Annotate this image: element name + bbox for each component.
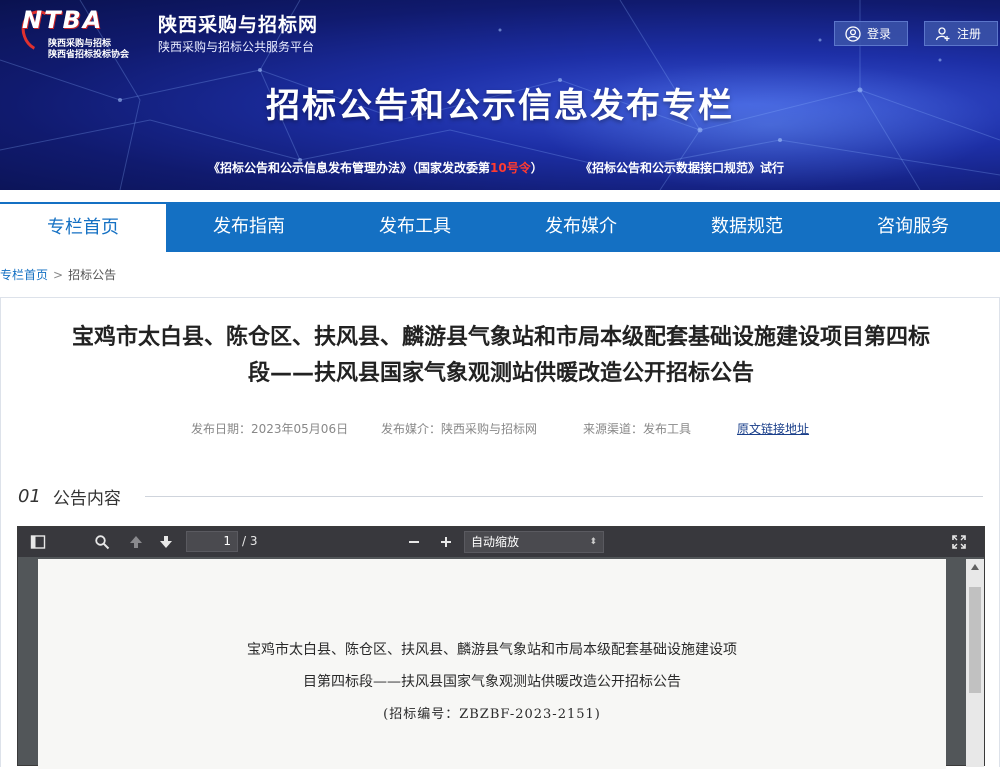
user-circle-icon (845, 25, 861, 42)
sidebar-toggle-button[interactable] (26, 527, 50, 557)
page-title-line1: 宝鸡市太白县、陈仓区、扶风县、麟游县气象站和市局本级配套基础设施建设项目第四标 (71, 325, 930, 350)
notice-spec-link[interactable]: 《招标公告和公示数据接口规范》试行 (580, 159, 784, 176)
nav-publish-media[interactable]: 发布媒介 (498, 202, 664, 252)
publish-date: 发布日期：2023年05月06日 (191, 422, 349, 436)
search-icon (95, 535, 110, 550)
zoom-select[interactable]: 自动缩放 ⬍ (464, 531, 604, 553)
zoom-out-button[interactable] (402, 527, 426, 557)
notice-prefix: 《招标公告和公示信息发布管理办法》（国家发改委第 (208, 161, 491, 175)
notice-regulation-link[interactable]: 《招标公告和公示信息发布管理办法》（国家发改委第10号令） (208, 159, 543, 176)
breadcrumb-current: 招标公告 (68, 268, 117, 282)
nav-data-spec[interactable]: 数据规范 (664, 202, 830, 252)
sidebar-icon (30, 535, 46, 549)
pdf-viewer: 1 / 3 自动缩放 ⬍ 宝鸡市太白县、陈仓区、扶风县、麟游县气象站和市局本级配… (17, 526, 985, 769)
doc-title-line2: 目第四标段——扶风县国家气象观测站供暖改造公开招标公告 (303, 674, 681, 690)
nav-column-home[interactable]: 专栏首页 (0, 202, 166, 252)
pdf-page: 宝鸡市太白县、陈仓区、扶风县、麟游县气象站和市局本级配套基础设施建设项 目第四标… (38, 559, 946, 769)
page-title: 宝鸡市太白县、陈仓区、扶风县、麟游县气象站和市局本级配套基础设施建设项目第四标 … (1, 320, 1000, 392)
site-subtitle: 陕西采购与招标公共服务平台 (158, 40, 315, 54)
breadcrumb-separator: > (53, 267, 64, 282)
nav-publish-tools[interactable]: 发布工具 (332, 202, 498, 252)
zoom-in-button[interactable] (434, 527, 458, 557)
notice-suffix: ） (530, 161, 543, 175)
scroll-up-button[interactable] (966, 559, 984, 575)
notice-decree-number: 10号令 (490, 161, 531, 175)
user-add-icon (935, 26, 950, 41)
doc-title-line1: 宝鸡市太白县、陈仓区、扶风县、麟游县气象站和市局本级配套基础设施建设项 (247, 642, 737, 658)
breadcrumb: 专栏首页 > 招标公告 (0, 252, 1000, 297)
plus-icon (441, 537, 451, 547)
scrollbar-thumb[interactable] (969, 587, 981, 693)
nav-spacer (0, 190, 1000, 202)
nav-publish-guide[interactable]: 发布指南 (166, 202, 332, 252)
chevron-updown-icon: ⬍ (589, 537, 597, 547)
pdf-toolbar: 1 / 3 自动缩放 ⬍ (18, 527, 984, 557)
publish-media: 发布媒介：陕西采购与招标网 (381, 422, 538, 436)
register-label: 注册 (957, 27, 982, 41)
presentation-mode-button[interactable] (946, 527, 972, 557)
find-button[interactable] (90, 527, 114, 557)
next-page-button[interactable] (154, 527, 178, 557)
article-panel: 宝鸡市太白县、陈仓区、扶风县、麟游县气象站和市局本级配套基础设施建设项目第四标 … (0, 297, 1000, 769)
banner-title: 招标公告和公示信息发布专栏 (266, 86, 734, 126)
section-number: 01 (18, 486, 41, 507)
logo-mark: NTBA (22, 6, 104, 34)
zoom-value: 自动缩放 (471, 535, 520, 549)
minus-icon (409, 541, 419, 543)
site-name: 陕西采购与招标网 (158, 14, 319, 36)
doc-tender-number: (招标编号：ZBZBF-2023-2151) (383, 707, 601, 722)
arrow-down-icon (160, 536, 172, 548)
page-total: / 3 (242, 534, 258, 548)
register-button[interactable]: 注册 (924, 21, 998, 46)
site-logo[interactable]: NTBA 陕西采购与招标 陕西省招标投标协会 (15, 5, 150, 60)
previous-page-button[interactable] (124, 527, 148, 557)
section-heading: 01 公告内容 (18, 484, 121, 509)
fullscreen-icon (952, 535, 966, 549)
page-number-input[interactable]: 1 (186, 531, 238, 552)
original-link[interactable]: 原文链接地址 (737, 420, 809, 437)
breadcrumb-home[interactable]: 专栏首页 (0, 266, 48, 283)
source-channel: 来源渠道：发布工具 (583, 422, 692, 436)
triangle-up-icon (971, 564, 979, 570)
arrow-up-icon (130, 536, 142, 548)
main-nav: 专栏首页 发布指南 发布工具 发布媒介 数据规范 咨询服务 (0, 202, 1000, 252)
page-title-line2: 段——扶风县国家气象观测站供暖改造公开招标公告 (247, 361, 754, 386)
nav-consulting[interactable]: 咨询服务 (830, 202, 996, 252)
login-label: 登录 (867, 27, 892, 41)
logo-association: 陕西省招标投标协会 (48, 50, 130, 60)
viewer-scrollbar[interactable] (966, 559, 984, 767)
header-banner: NTBA 陕西采购与招标 陕西省招标投标协会 陕西采购与招标网 陕西采购与招标公… (0, 0, 1000, 190)
login-button[interactable]: 登录 (834, 21, 908, 46)
section-divider (145, 496, 983, 497)
section-label: 公告内容 (52, 489, 121, 509)
